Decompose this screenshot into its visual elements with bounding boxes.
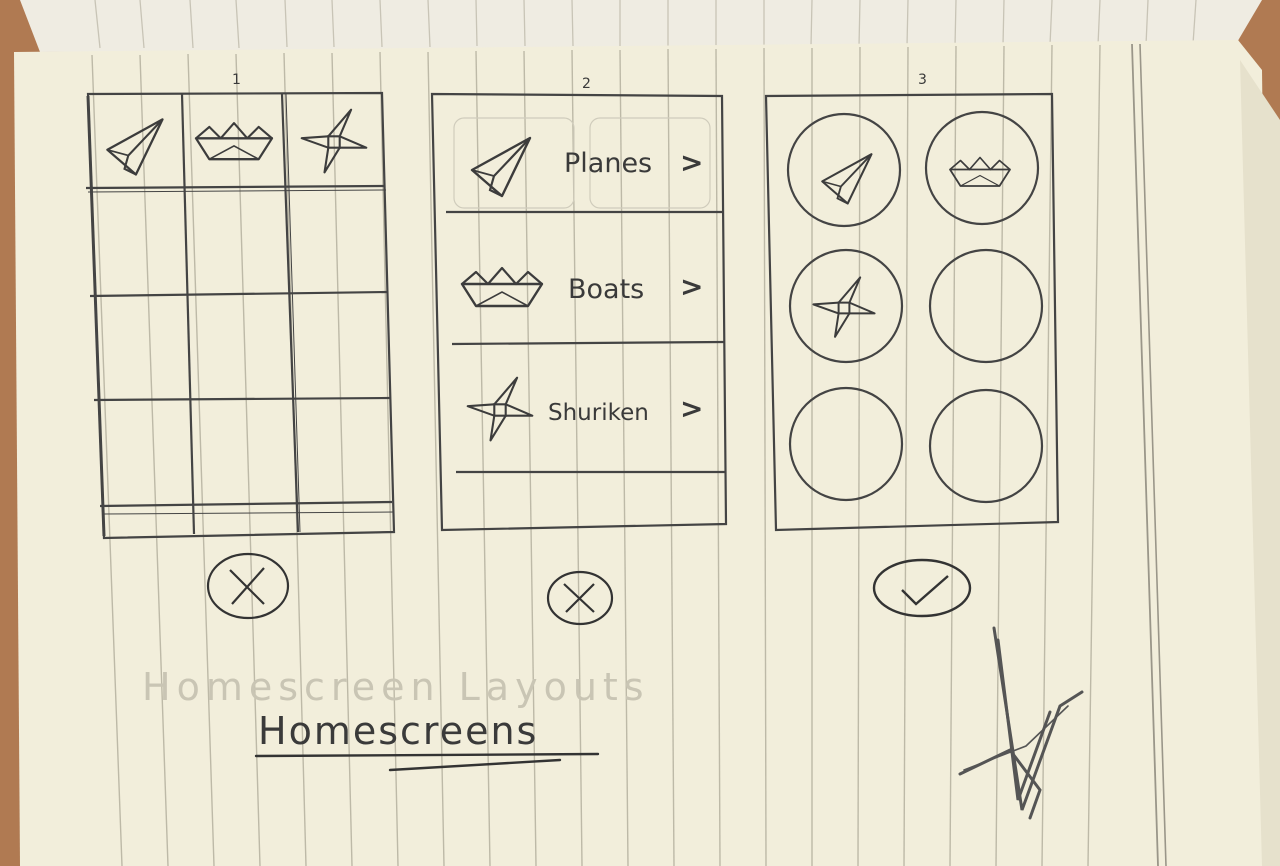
list-item-label-shuriken: Shuriken <box>548 400 649 426</box>
chevron-right-icon: > <box>680 392 703 425</box>
wireframe-number-1: 1 <box>232 72 241 88</box>
list-item-label-planes: Planes <box>564 148 652 179</box>
chevron-right-icon: > <box>680 270 703 303</box>
list-item-label-boats: Boats <box>568 274 644 305</box>
page-heading: Homescreens <box>258 709 538 753</box>
faded-heading: Homescreen Layouts <box>142 665 650 709</box>
wireframe-number-2: 2 <box>582 76 591 92</box>
chevron-right-icon: > <box>680 146 703 179</box>
notebook-sketch: 1 2 Planes > Boats > Shuriken > 3 Homesc… <box>0 0 1280 866</box>
wireframe-number-3: 3 <box>918 72 927 88</box>
